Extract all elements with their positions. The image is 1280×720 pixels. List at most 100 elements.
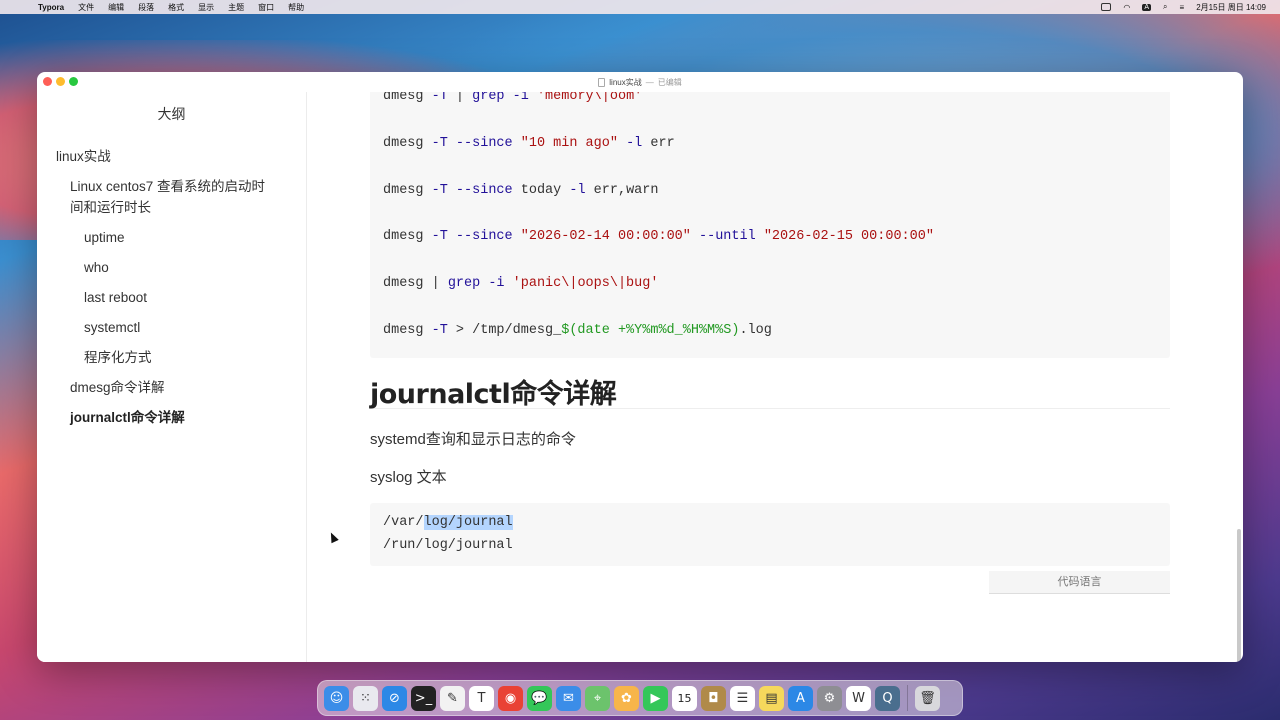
screen-mirroring-icon[interactable] [1101,3,1112,11]
code-line: dmesg | grep -i 'panic\|oops\|bug' [383,276,658,291]
outline-item[interactable]: Linux centos7 查看系统的启动时间和运行时长 [37,172,306,223]
outline-item[interactable]: systemctl [37,313,306,343]
code-token: "10 min ago" [520,135,618,151]
outline-item-active[interactable]: journalctl命令详解 [37,403,306,433]
code-line: dmesg -T --since today -l err,warn [383,183,658,198]
app-menu[interactable]: Typora [38,3,64,12]
edit-status: 已编辑 [657,77,682,87]
window-controls [43,77,82,86]
settings-icon[interactable]: ⚙ [817,685,842,711]
menu-window[interactable]: 窗口 [258,2,274,13]
maps-icon[interactable]: ⌖ [585,685,610,711]
code-line: dmesg -T --since "2026-02-14 00:00:00" -… [383,229,934,244]
code-token: -T [431,182,448,198]
menu-edit[interactable]: 编辑 [108,2,124,13]
document-icon [598,77,606,87]
code-line: dmesg -T > /tmp/dmesg_$(date +%Y%m%d_%H%… [383,323,772,338]
chrome-icon[interactable]: ◉ [498,685,523,711]
code-text: /var/ [383,515,424,530]
code-token: grep [472,92,505,104]
code-token: | [447,92,473,104]
dock-separator [907,685,908,711]
code-token: dmesg [383,229,432,245]
code-token: -l [569,182,586,198]
close-button[interactable] [43,77,52,86]
reminders-icon[interactable]: ☰ [730,685,755,711]
calendar-icon[interactable]: 15 [672,685,697,711]
outline-item[interactable]: last reboot [37,283,306,313]
menu-paragraph[interactable]: 段落 [138,2,154,13]
code-token: "2026-02-14 00:00:00" [520,229,691,245]
outline-sidebar: 大纲 linux实战 Linux centos7 查看系统的启动时间和运行时长 … [37,92,307,662]
search-icon[interactable]: ⌕ [1163,2,1167,12]
menu-theme[interactable]: 主题 [228,2,244,13]
window-title: linux实战 [609,77,642,87]
wifi-icon[interactable]: ◠ [1123,3,1130,12]
code-token: $(date +%Y%m%d_%H%M%S) [561,323,740,338]
outline-item[interactable]: dmesg命令详解 [37,373,306,403]
code-token: dmesg [383,323,432,338]
messages-icon[interactable]: 💬 [527,685,552,711]
typora-window: linux实战 — 已编辑 大纲 linux实战 Linux centos7 查… [37,72,1243,662]
outline-item[interactable]: who [37,253,306,283]
typora-icon[interactable]: T [469,685,494,711]
code-block[interactable]: dmesg -T | grep -i 'memory\|oom' dmesg -T… [370,92,1170,358]
outline-item[interactable]: linux实战 [37,142,306,172]
maximize-button[interactable] [69,77,78,86]
trash-icon[interactable]: 🗑 [915,685,940,711]
input-source-icon[interactable]: A [1142,3,1152,11]
code-token: dmesg | [383,276,448,292]
code-token: .log [739,323,772,338]
notes-brown-icon[interactable]: ◘ [701,685,726,711]
safari-icon[interactable]: ⊘ [382,685,407,711]
code-token: -T [431,135,448,151]
code-token: -i [512,92,529,104]
menu-help[interactable]: 帮助 [288,2,304,13]
code-language-input[interactable]: 代码语言 [989,571,1170,594]
title-bar[interactable]: linux实战 — 已编辑 [37,72,1243,92]
minimize-button[interactable] [56,77,65,86]
launchpad-icon[interactable]: ⁙ [353,685,378,711]
code-token: dmesg [383,135,432,151]
clock[interactable]: 2月15日 周日 14:09 [1196,2,1266,13]
code-token: -T [431,323,448,338]
quicktime-icon[interactable]: Q [875,685,900,711]
notes-icon[interactable]: ▤ [759,685,784,711]
menu-format[interactable]: 格式 [168,2,184,13]
outline-item[interactable]: 程序化方式 [37,343,306,373]
code-block[interactable]: /var/log/journal /run/log/journal [370,503,1170,566]
terminal-icon[interactable]: >_ [411,685,436,711]
code-token: dmesg [383,182,432,198]
code-token: dmesg [383,92,432,104]
code-line: /run/log/journal [383,538,513,553]
editor-pane[interactable]: dmesg -T | grep -i 'memory\|oom' dmesg -T… [307,92,1243,662]
code-token: --since [455,229,513,245]
mail-icon[interactable]: ✉ [556,685,581,711]
heading-journalctl[interactable]: journalctl命令详解 [370,372,1170,410]
code-token: -T [431,92,448,104]
outline-item[interactable]: uptime [37,223,306,253]
code-token: -T [431,229,448,245]
finder-icon[interactable]: ☺ [324,685,349,711]
photos-icon[interactable]: ✿ [614,685,639,711]
code-token: --since [455,182,513,198]
control-center-icon[interactable]: ≡ [1180,3,1185,12]
paragraph[interactable]: systemd查询和显示日志的命令 [370,428,576,449]
scrollbar[interactable] [1237,529,1241,662]
code-token: 'panic\|oops\|bug' [512,276,659,292]
paragraph[interactable]: syslog 文本 [370,466,447,487]
textedit-icon[interactable]: ✎ [440,685,465,711]
wps-icon[interactable]: W [846,685,871,711]
menu-file[interactable]: 文件 [78,2,94,13]
facetime-icon[interactable]: ▶ [643,685,668,711]
menu-view[interactable]: 显示 [198,2,214,13]
code-token: --until [699,229,756,245]
code-line: dmesg -T --since "10 min ago" -l err [383,136,675,151]
appstore-icon[interactable]: A [788,685,813,711]
selected-text[interactable]: log/journal [423,515,513,530]
